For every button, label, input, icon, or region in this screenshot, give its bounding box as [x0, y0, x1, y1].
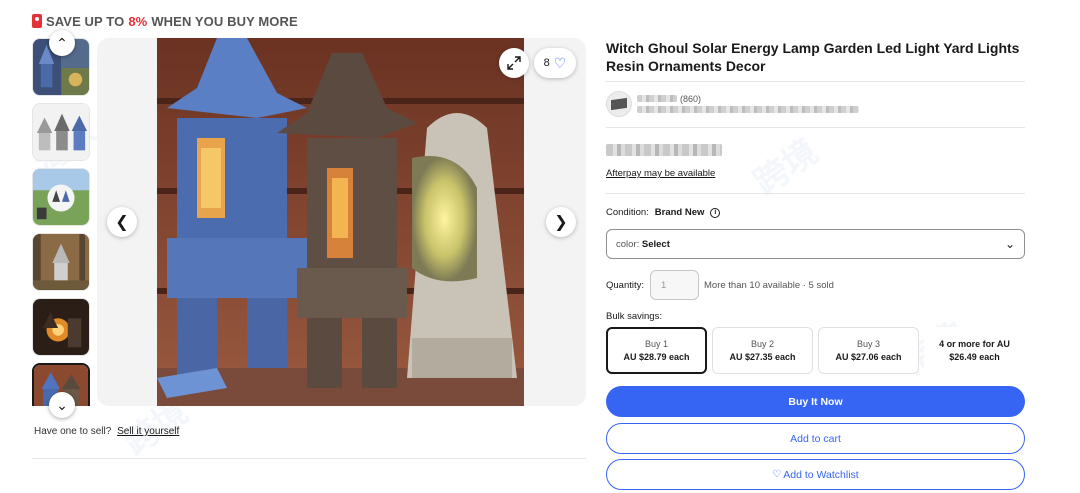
expand-glyph [507, 56, 521, 70]
chevron-down-icon[interactable]: ⌄ [49, 392, 75, 418]
thumbnail-3[interactable] [32, 168, 90, 226]
condition-label: Condition: [606, 207, 649, 218]
thumbnail-strip [32, 38, 92, 406]
heart-icon: ♡ [772, 469, 782, 480]
sell-prompt: Have one to sell? Sell it yourself [34, 426, 179, 437]
add-to-cart-button[interactable]: Add to cart [606, 423, 1025, 454]
price-redacted [606, 144, 722, 156]
thumbnail-4[interactable] [32, 233, 90, 291]
chevron-right-icon[interactable]: ❯ [546, 207, 576, 237]
seller-avatar[interactable] [606, 91, 632, 117]
thumbnail-5[interactable] [32, 298, 90, 356]
condition: Condition: Brand New i [606, 207, 721, 218]
chevron-up-icon[interactable]: ⌃ [49, 30, 75, 56]
bulk-option-price: $26.49 each [949, 351, 1000, 362]
color-select[interactable]: color: Select ⌄ [606, 229, 1025, 259]
promo-banner: SAVE UP TO 8% WHEN YOU BUY MORE [32, 12, 298, 30]
promo-percent: 8% [128, 13, 148, 29]
divider [606, 81, 1025, 82]
color-select-label: color: [616, 238, 640, 250]
divider [606, 127, 1025, 128]
chevron-down-icon: ⌄ [1004, 237, 1015, 251]
divider [606, 193, 1025, 194]
thumbnail-2[interactable] [32, 103, 90, 161]
watch-count-button[interactable]: 8 ♡ [534, 48, 576, 78]
bulk-option-title: Buy 1 [644, 338, 668, 349]
seller-info-redacted [637, 106, 859, 113]
heart-icon: ♡ [553, 54, 567, 71]
add-to-watchlist-label: Add to Watchlist [783, 468, 859, 481]
color-select-value: Select [641, 238, 670, 250]
bulk-option-title: Buy 3 [856, 338, 880, 349]
quantity-label: Quantity: [606, 280, 645, 291]
bulk-option-buy-4-plus[interactable]: 4 or more for AU $26.49 each [924, 327, 1025, 374]
sell-prompt-text: Have one to sell? [34, 426, 112, 437]
bulk-option-title: Buy 2 [750, 338, 774, 349]
listing-title: Witch Ghoul Solar Energy Lamp Garden Led… [606, 40, 1020, 74]
product-image[interactable] [157, 38, 524, 406]
divider [32, 458, 586, 459]
bulk-option-buy-2[interactable]: Buy 2 AU $27.35 each [712, 327, 813, 374]
sell-it-yourself-link[interactable]: Sell it yourself [117, 426, 179, 437]
seller-name-redacted [637, 95, 677, 102]
bulk-savings-label: Bulk savings: [606, 311, 662, 322]
quantity-input[interactable]: 1 [650, 270, 699, 300]
image-gallery: ❮ ❯ 8 ♡ [97, 38, 586, 406]
bulk-option-price: AU $28.79 each [623, 351, 690, 362]
seller-feedback-count: (860) [680, 94, 702, 104]
bulk-option-price: AU $27.35 each [729, 351, 796, 362]
chevron-left-icon[interactable]: ❮ [107, 207, 137, 237]
bulk-option-title: 4 or more for AU [939, 338, 1010, 349]
price-tag-icon [32, 14, 42, 28]
promo-prefix: SAVE UP TO [46, 13, 125, 29]
info-icon[interactable]: i [710, 207, 721, 218]
bulk-option-buy-1[interactable]: Buy 1 AU $28.79 each [606, 327, 707, 374]
promo-suffix: WHEN YOU BUY MORE [151, 13, 298, 29]
condition-value: Brand New [654, 207, 705, 218]
expand-icon[interactable] [499, 48, 529, 78]
bulk-option-price: AU $27.06 each [835, 351, 902, 362]
bulk-option-buy-3[interactable]: Buy 3 AU $27.06 each [818, 327, 919, 374]
watch-count: 8 [543, 57, 550, 69]
afterpay-link[interactable]: Afterpay may be available [606, 168, 715, 179]
buy-it-now-button[interactable]: Buy It Now [606, 386, 1025, 417]
add-to-watchlist-button[interactable]: ♡ Add to Watchlist [606, 459, 1025, 490]
availability-text: More than 10 available · 5 sold [704, 280, 834, 291]
